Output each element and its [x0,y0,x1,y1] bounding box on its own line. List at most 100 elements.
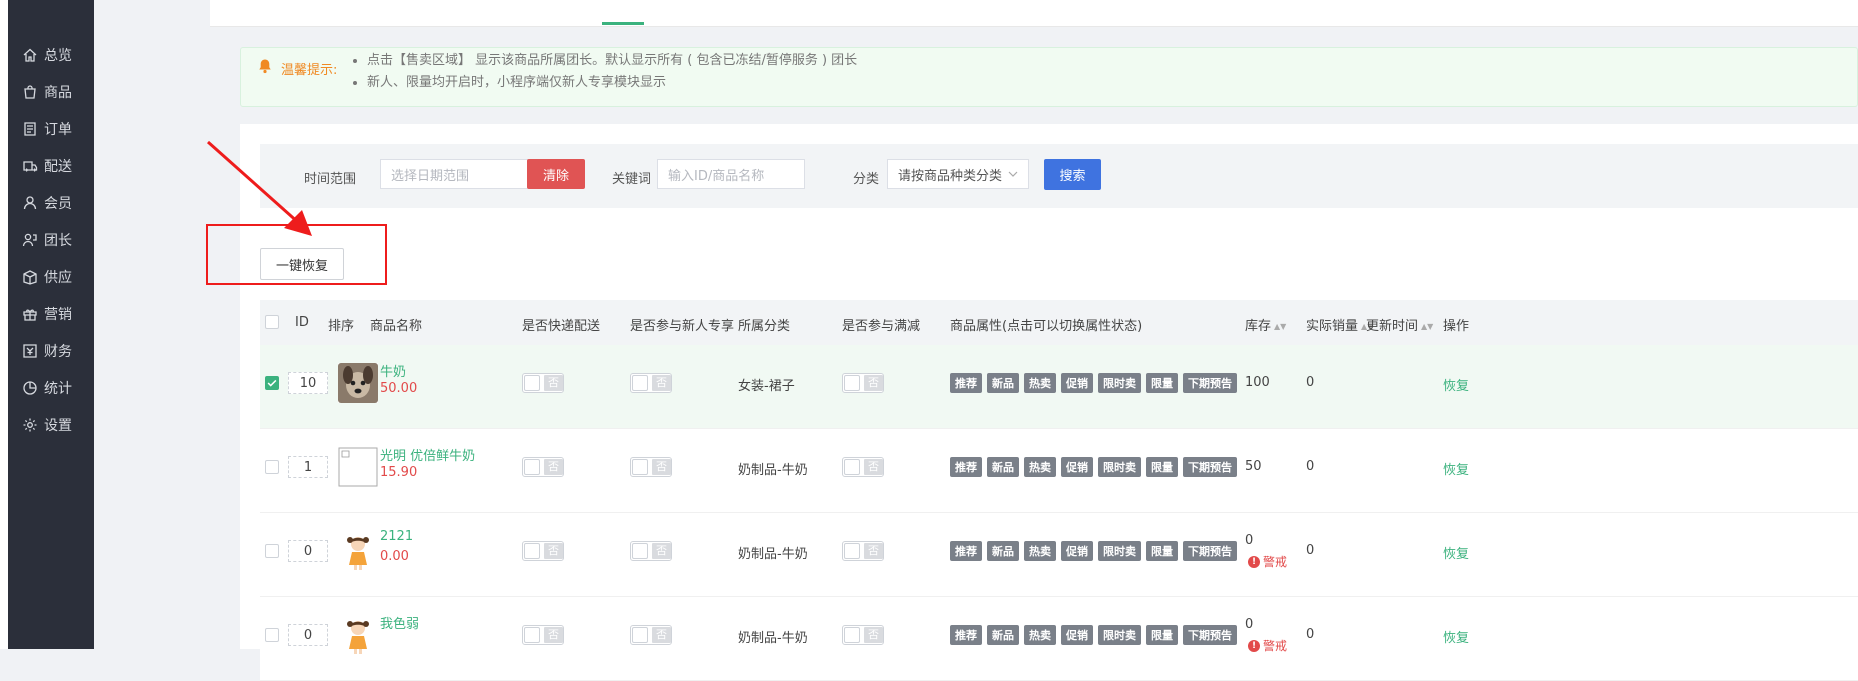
restore-button[interactable]: 恢复 [1443,459,1469,478]
attribute-tag[interactable]: 限量 [1146,541,1178,561]
attribute-tag[interactable]: 限时卖 [1098,457,1141,477]
product-price: 15.90 [380,465,418,480]
attribute-tag[interactable]: 新品 [987,625,1019,645]
search-button[interactable]: 搜索 [1044,159,1101,190]
col-stock[interactable]: 库存 ▲▼ [1245,315,1286,334]
sort-input[interactable]: 10 [288,372,328,394]
attribute-tag[interactable]: 热卖 [1024,373,1056,393]
attribute-tag[interactable]: 新品 [987,457,1019,477]
attribute-tag[interactable]: 推荐 [950,541,982,561]
express-switch[interactable]: 否 [522,541,564,561]
row-checkbox[interactable] [265,460,279,474]
sidebar-item[interactable]: 财务 [8,336,94,366]
alert-icon: ! [1248,639,1260,652]
row-stock: 0 [1245,533,1254,548]
sort-input[interactable]: 0 [288,540,328,562]
sidebar-item[interactable]: 营销 [8,299,94,329]
fullcut-switch[interactable]: 否 [842,625,884,645]
row-sales: 0 [1306,543,1315,558]
attribute-tag[interactable]: 推荐 [950,625,982,645]
sidebar-item[interactable]: 供应 [8,262,94,292]
newcomer-switch[interactable]: 否 [630,625,672,645]
attribute-tag[interactable]: 促销 [1061,541,1093,561]
attribute-tag[interactable]: 推荐 [950,373,982,393]
attribute-tag[interactable]: 新品 [987,541,1019,561]
attribute-tag[interactable]: 下期预告 [1183,625,1237,645]
sidebar-item[interactable]: 统计 [8,373,94,403]
switch-label: 否 [544,627,563,643]
fullcut-switch[interactable]: 否 [842,373,884,393]
attribute-tag[interactable]: 限时卖 [1098,625,1141,645]
bag-icon [22,84,38,100]
row-checkbox[interactable] [265,628,279,642]
newcomer-switch[interactable]: 否 [630,373,672,393]
table-row: 601021210.00否否否奶制品-牛奶推荐新品热卖促销限时卖限量下期预告0!… [260,513,1858,597]
attribute-tag[interactable]: 下期预告 [1183,541,1237,561]
attribute-tag[interactable]: 限时卖 [1098,373,1141,393]
table-row: 65610牛奶50.00否否否女装-裙子推荐新品热卖促销限时卖限量下期预告100… [260,345,1858,429]
row-stock: 50 [1245,459,1262,474]
keyword-input[interactable]: 输入ID/商品名称 [657,159,805,189]
sidebar-item[interactable]: 商品 [8,77,94,107]
notice-line: 点击【售卖区域】 显示该商品所属团长。默认显示所有 ( 包含已冻结/暂停服务 )… [367,50,857,72]
sidebar-item[interactable]: 订单 [8,114,94,144]
express-switch[interactable]: 否 [522,373,564,393]
newcomer-switch[interactable]: 否 [630,541,672,561]
keyword-label: 关键词 [612,172,652,187]
attribute-tag[interactable]: 限量 [1146,457,1178,477]
category-select[interactable]: 请按商品种类分类 [887,159,1029,189]
attribute-tag[interactable]: 热卖 [1024,457,1056,477]
sidebar-item-label: 供应 [44,270,72,286]
restore-button[interactable]: 恢复 [1443,375,1469,394]
product-name-link[interactable]: 2121 [380,529,413,544]
attribute-tag[interactable]: 热卖 [1024,625,1056,645]
col-express: 是否快递配送 [522,319,601,334]
select-all-checkbox[interactable] [265,315,279,329]
home-icon [22,47,38,63]
col-sales[interactable]: 实际销量 ▲▼ [1306,315,1373,334]
col-newcomer: 是否参与新人专享 [630,319,735,334]
restore-button[interactable]: 恢复 [1443,627,1469,646]
sort-input[interactable]: 0 [288,624,328,646]
row-checkbox[interactable] [265,376,279,390]
express-switch[interactable]: 否 [522,457,564,477]
product-name-link[interactable]: 我色弱 [380,613,419,632]
newcomer-switch[interactable]: 否 [630,457,672,477]
col-updated[interactable]: 更新时间 ▲▼ [1366,315,1433,334]
attribute-tag[interactable]: 新品 [987,373,1019,393]
product-thumbnail [338,531,378,571]
sidebar-item[interactable]: 总览 [8,40,94,70]
restore-button[interactable]: 恢复 [1443,543,1469,562]
attribute-tag[interactable]: 促销 [1061,625,1093,645]
attribute-tag[interactable]: 热卖 [1024,541,1056,561]
attribute-tag[interactable]: 促销 [1061,373,1093,393]
attribute-tag[interactable]: 限时卖 [1098,541,1141,561]
product-name-link[interactable]: 光明 优倍鲜牛奶 [380,445,475,464]
clear-button[interactable]: 清除 [527,159,585,189]
attribute-tag[interactable]: 限量 [1146,373,1178,393]
finance-icon [22,343,38,359]
express-switch[interactable]: 否 [522,625,564,645]
switch-label: 否 [864,375,883,391]
sidebar-item[interactable]: 设置 [8,410,94,440]
col-action: 操作 [1443,319,1470,334]
attribute-tag[interactable]: 限量 [1146,625,1178,645]
date-range-input[interactable]: 选择日期范围 [380,159,528,189]
sort-input[interactable]: 1 [288,456,328,478]
attribute-tag[interactable]: 促销 [1061,457,1093,477]
product-name-link[interactable]: 牛奶 [380,361,406,380]
fullcut-switch[interactable]: 否 [842,457,884,477]
attribute-tag[interactable]: 下期预告 [1183,457,1237,477]
switch-knob [844,627,860,643]
attribute-tag[interactable]: 推荐 [950,457,982,477]
sidebar: 总览商品订单配送会员团长供应营销财务统计设置 [8,0,94,649]
attribute-tag[interactable]: 下期预告 [1183,373,1237,393]
sidebar-item[interactable]: 会员 [8,188,94,218]
notice-title: 温馨提示: [281,63,338,78]
row-checkbox[interactable] [265,544,279,558]
sidebar-item[interactable]: 团长 [8,225,94,255]
top-tab-bar [210,0,1858,27]
sidebar-item[interactable]: 配送 [8,151,94,181]
fullcut-switch[interactable]: 否 [842,541,884,561]
chevron-down-icon [1008,171,1018,177]
